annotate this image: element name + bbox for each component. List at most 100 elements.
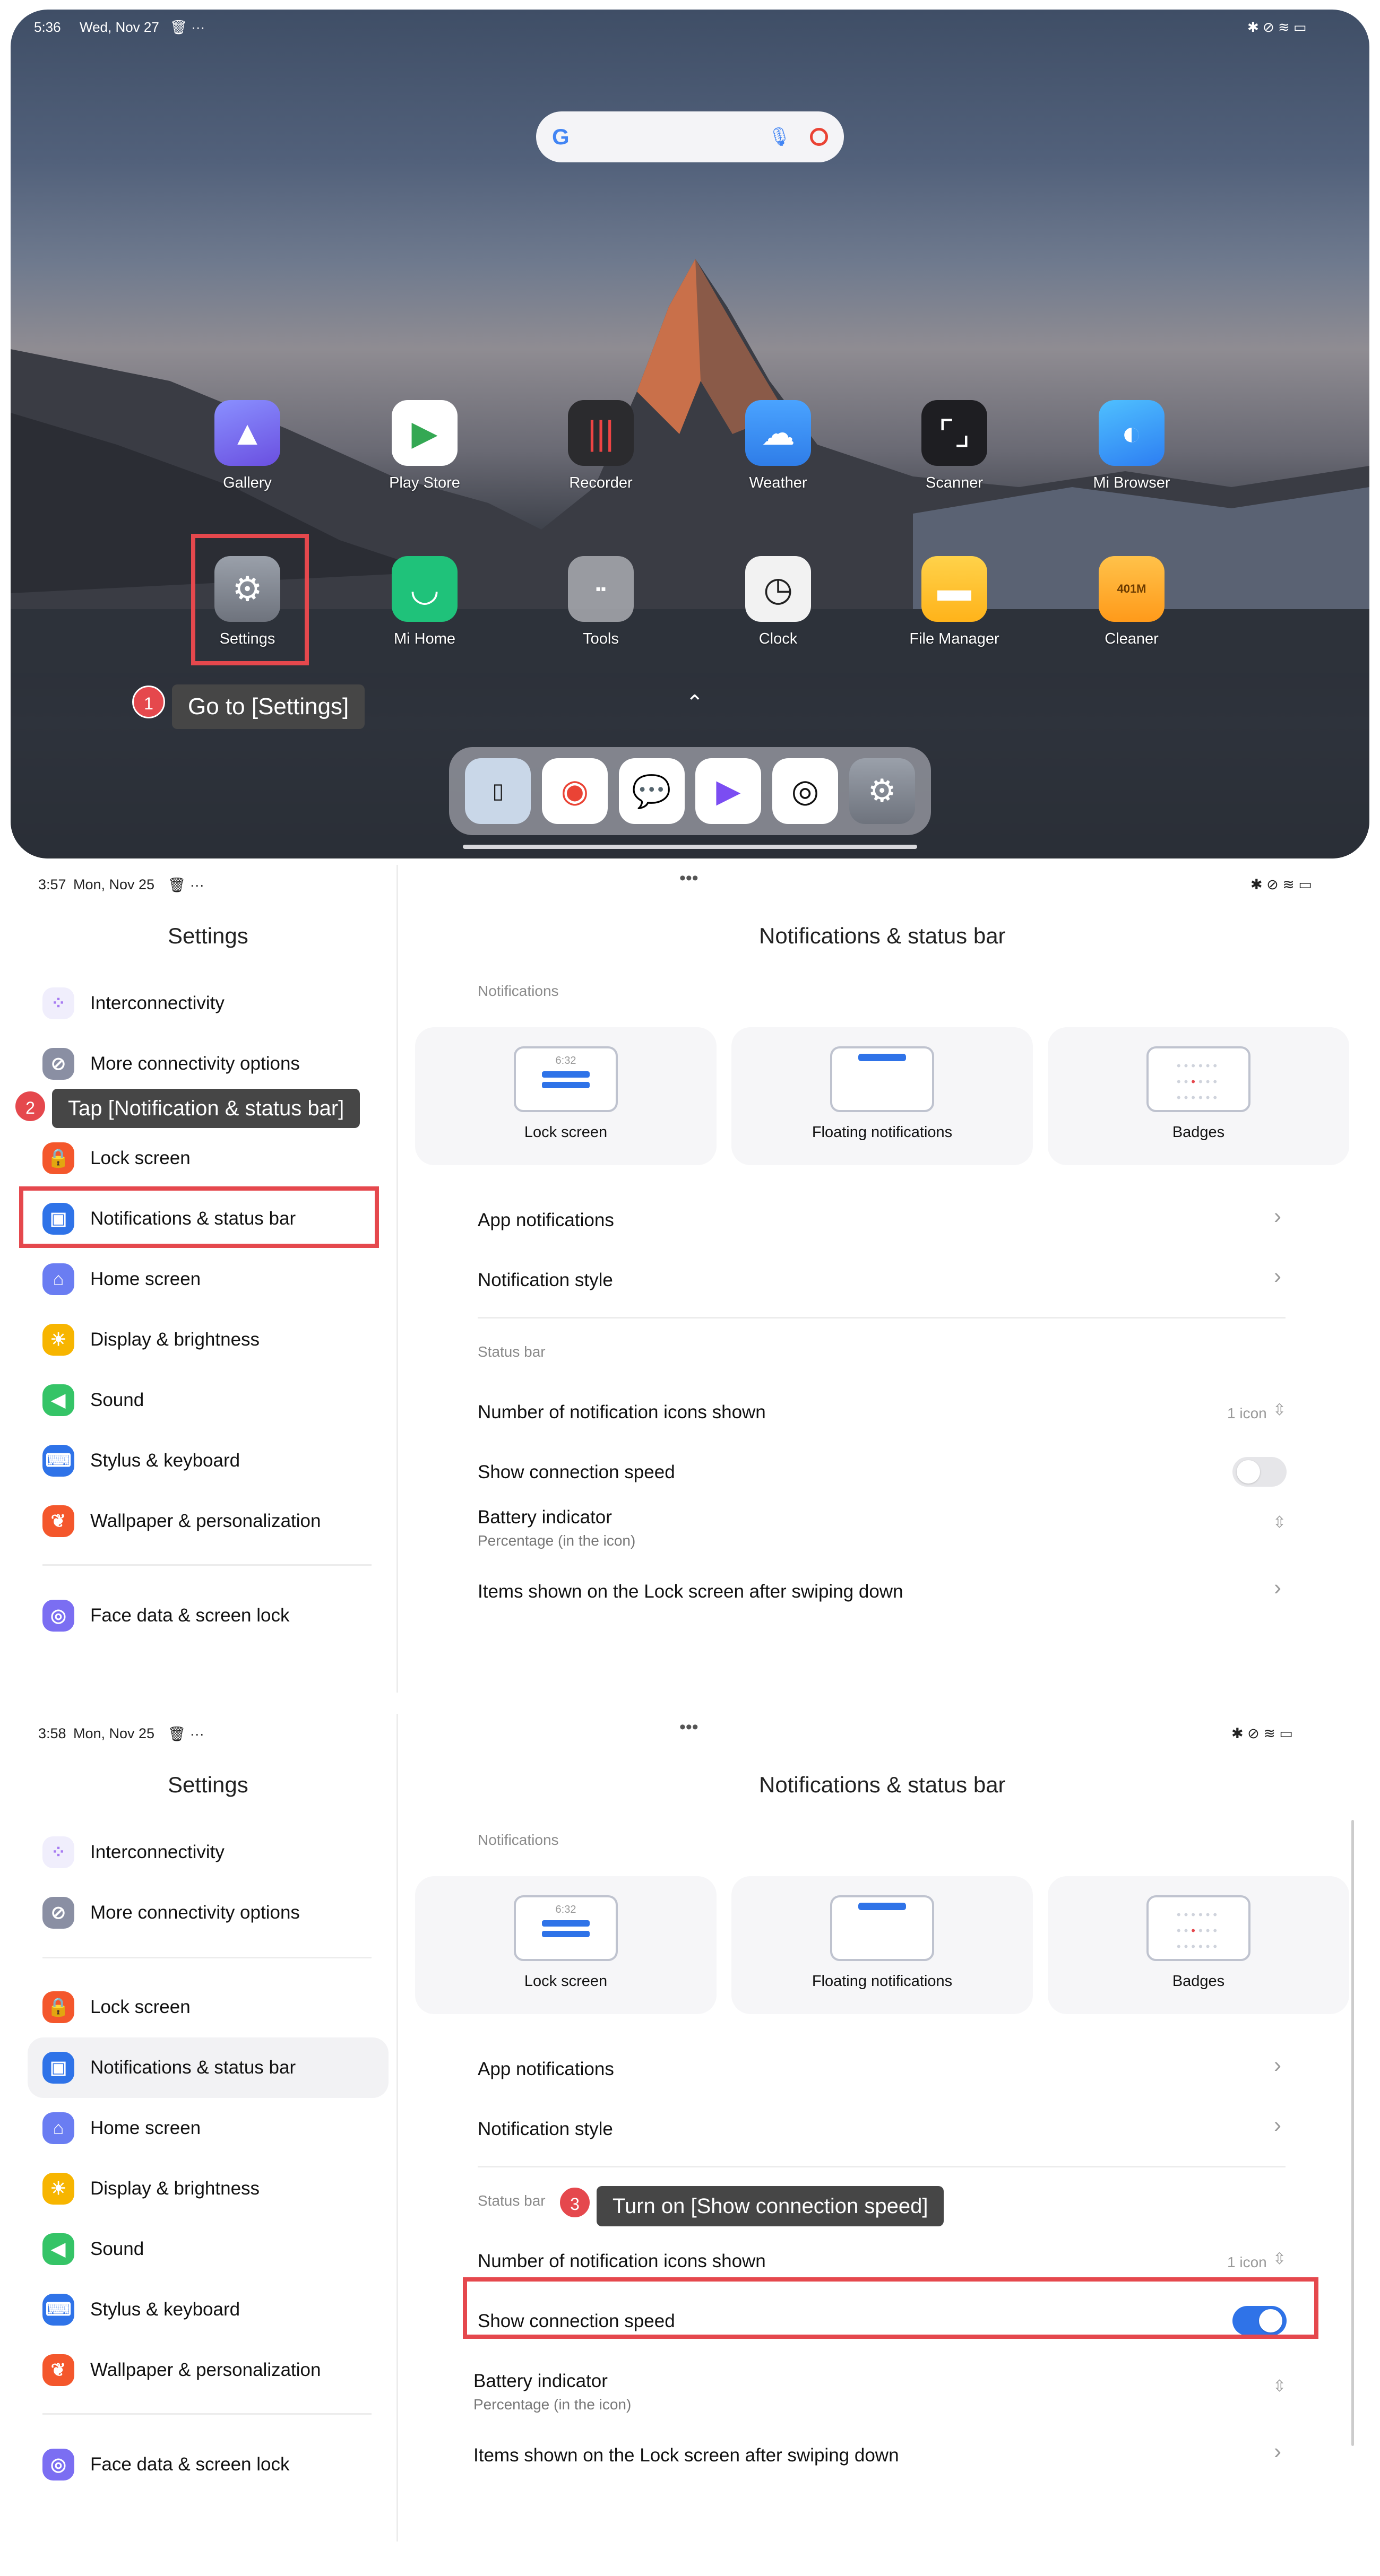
mi-home-icon: ◡ — [392, 556, 458, 622]
app-mi-home[interactable]: ◡ Mi Home — [345, 556, 504, 648]
status-icons: ✱ ⊘ ≋ ▭ — [1247, 19, 1307, 35]
sidebar-item-notifications-selected[interactable]: ▣ Notifications & status bar — [28, 2037, 389, 2098]
sidebar-item-stylus[interactable]: ⌨ Stylus & keyboard — [28, 1430, 389, 1491]
sidebar-item-home-screen[interactable]: ⌂ Home screen — [28, 1249, 389, 1309]
cleaner-badge: 401M — [1117, 582, 1146, 595]
highlight-settings-app — [191, 534, 309, 665]
vertical-scrollbar[interactable] — [1351, 1820, 1354, 2446]
card-badges[interactable]: •••••• •••••• •••••• Badges — [1048, 1876, 1349, 2014]
more-dots-icon[interactable]: ••• — [679, 1717, 698, 1738]
more-dots-icon[interactable]: ••• — [679, 868, 698, 889]
sidebar-item-wallpaper[interactable]: ❦ Wallpaper & personalization — [28, 1491, 389, 1551]
settings-icon[interactable]: ⚙ — [849, 758, 915, 824]
recorder-icon: ||| — [568, 400, 634, 466]
card-label: Badges — [1172, 1124, 1225, 1141]
chevron-right-icon: › — [1274, 2112, 1281, 2137]
messages-icon[interactable]: 💬 — [618, 758, 685, 824]
row-lock-items[interactable]: Items shown on the Lock screen after swi… — [478, 1581, 903, 1602]
app-cleaner[interactable]: 401M Cleaner — [1052, 556, 1211, 648]
sidebar-item-stylus[interactable]: ⌨ Stylus & keyboard — [28, 2279, 389, 2340]
video-player-icon[interactable]: ▶ — [695, 758, 762, 824]
card-floating[interactable]: Floating notifications — [731, 1027, 1033, 1165]
phone-card-icon[interactable]: ▯ — [465, 758, 531, 824]
row-connection-speed[interactable]: Show connection speed — [478, 1462, 675, 1483]
app-scanner[interactable]: ⌜⌟ Scanner — [875, 400, 1034, 492]
row-battery[interactable]: Battery indicator Percentage (in the icon… — [473, 2371, 631, 2413]
card-lock-screen[interactable]: 6:32 Lock screen — [415, 1876, 717, 2014]
app-play-store[interactable]: ▶ Play Store — [345, 400, 504, 492]
row-lock-items[interactable]: Items shown on the Lock screen after swi… — [473, 2445, 899, 2466]
row-notification-style[interactable]: Notification style — [478, 1270, 613, 1291]
sidebar-item-face-data[interactable]: ◎ Face data & screen lock — [28, 2434, 389, 2495]
app-weather[interactable]: ☁ Weather — [698, 400, 858, 492]
google-logo-icon: G — [552, 124, 570, 149]
sidebar-item-face-data[interactable]: ◎ Face data & screen lock — [28, 1585, 389, 1646]
sidebar-item-home-screen[interactable]: ⌂ Home screen — [28, 2098, 389, 2158]
sidebar-item-label: Sound — [90, 1390, 144, 1410]
card-badges[interactable]: •••••• •••••• •••••• Badges — [1048, 1027, 1349, 1165]
lens-icon[interactable] — [810, 128, 828, 146]
sidebar-item-interconnectivity[interactable]: ⁘ Interconnectivity — [28, 973, 389, 1034]
app-label: File Manager — [909, 630, 999, 647]
notification-cards: 6:32 Lock screen Floating notifications … — [415, 1027, 1349, 1165]
row-battery[interactable]: Battery indicator Percentage (in the icon… — [478, 1507, 635, 1549]
sidebar-title: Settings — [168, 923, 248, 948]
sidebar-item-label: Notifications & status bar — [90, 2057, 296, 2078]
section-status-bar: Status bar — [478, 1343, 546, 1360]
step-tip: Tap [Notification & status bar] — [52, 1089, 360, 1128]
app-clock[interactable]: ◷ Clock — [698, 556, 858, 648]
home-screen: 5:36 Wed, Nov 27 🗑 ··· ✱ ⊘ ≋ ▭ G 🎙 ▲ Gal… — [11, 10, 1369, 858]
sidebar-item-lock-screen[interactable]: 🔒 Lock screen — [28, 1128, 389, 1189]
row-label: Battery indicator — [473, 2371, 608, 2391]
camera-icon[interactable]: ◎ — [772, 758, 838, 824]
app-file-manager[interactable]: ▬ File Manager — [875, 556, 1034, 648]
sidebar-item-interconnectivity[interactable]: ⁘ Interconnectivity — [28, 1822, 389, 1883]
row-icons-shown[interactable]: Number of notification icons shown — [478, 2251, 766, 2272]
sidebar-item-display[interactable]: ☀ Display & brightness — [28, 2158, 389, 2219]
card-label: Badges — [1172, 1973, 1225, 1990]
sidebar-item-sound[interactable]: ◀ Sound — [28, 2219, 389, 2279]
sidebar-item-more-connectivity[interactable]: ⊘ More connectivity options — [28, 1883, 389, 1943]
sidebar-item-label: Lock screen — [90, 1148, 191, 1168]
wallpaper-icon: ❦ — [42, 2354, 74, 2386]
sidebar-item-more-connectivity[interactable]: ⊘ More connectivity options — [28, 1034, 389, 1094]
mic-icon[interactable]: 🎙 — [768, 126, 791, 148]
app-tools[interactable]: ▪▪ Tools — [521, 556, 680, 648]
highlight-connection-speed — [463, 2277, 1318, 2339]
page-title: Notifications & status bar — [759, 1772, 1006, 1797]
app-mi-browser[interactable]: ◐ Mi Browser — [1052, 400, 1211, 492]
status-date: Mon, Nov 25 — [73, 877, 155, 892]
app-gallery[interactable]: ▲ Gallery — [168, 400, 327, 492]
status-date: Wed, Nov 27 — [80, 19, 159, 35]
sidebar-item-label: Sound — [90, 2239, 144, 2259]
weather-icon: ☁ — [745, 400, 811, 466]
chrome-icon[interactable]: ◉ — [541, 758, 608, 824]
app-recorder[interactable]: ||| Recorder — [521, 400, 680, 492]
step-tip: Go to [Settings] — [172, 684, 365, 729]
keyboard-icon: ⌨ — [42, 2294, 74, 2326]
card-floating[interactable]: Floating notifications — [731, 1876, 1033, 2014]
sidebar-item-display[interactable]: ☀ Display & brightness — [28, 1309, 389, 1370]
sidebar-item-label: Face data & screen lock — [90, 2454, 290, 2475]
lock-screen-preview: 6:32 — [514, 1046, 618, 1112]
tools-folder-icon: ▪▪ — [568, 556, 634, 622]
play-store-icon: ▶ — [392, 400, 458, 466]
app-drawer-chevron-icon[interactable]: ⌃ — [686, 691, 704, 715]
app-label: Tools — [583, 630, 619, 647]
divider — [42, 1564, 372, 1566]
sidebar-item-wallpaper[interactable]: ❦ Wallpaper & personalization — [28, 2340, 389, 2400]
sidebar-item-lock-screen[interactable]: 🔒 Lock screen — [28, 1977, 389, 2037]
interconnectivity-icon: ⁘ — [42, 1836, 74, 1868]
card-lock-screen[interactable]: 6:32 Lock screen — [415, 1027, 717, 1165]
row-app-notifications[interactable]: App notifications — [478, 1210, 614, 1231]
updown-icon: ⇳ — [1273, 1514, 1287, 1531]
row-app-notifications[interactable]: App notifications — [478, 2059, 614, 2080]
keyboard-icon: ⌨ — [42, 1445, 74, 1477]
divider — [42, 1957, 372, 1958]
sidebar-title: Settings — [168, 1772, 248, 1797]
sidebar-item-sound[interactable]: ◀ Sound — [28, 1370, 389, 1430]
row-notification-style[interactable]: Notification style — [478, 2119, 613, 2140]
row-icons-shown[interactable]: Number of notification icons shown — [478, 1402, 766, 1423]
connection-speed-toggle[interactable] — [1232, 1457, 1287, 1487]
google-search-bar[interactable]: G 🎙 — [536, 111, 844, 162]
